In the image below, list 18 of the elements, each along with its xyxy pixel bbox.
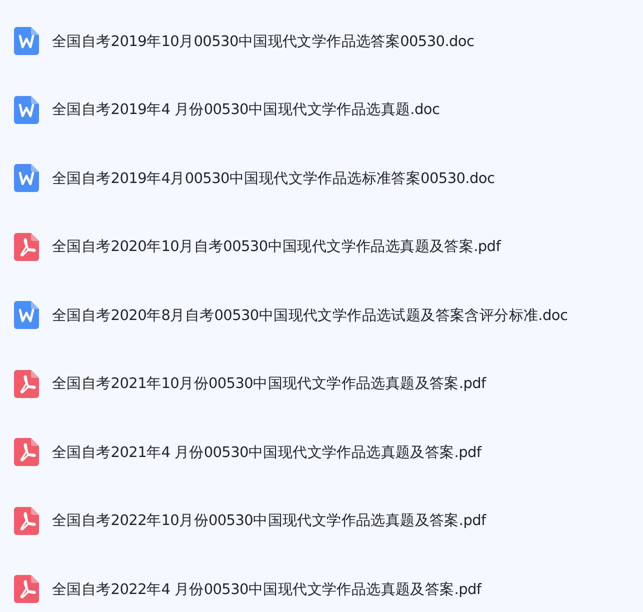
word-document-icon	[14, 164, 39, 192]
pdf-document-icon	[14, 438, 39, 466]
pdf-document-icon	[14, 575, 39, 604]
word-document-icon	[14, 27, 39, 56]
pdf-document-icon	[14, 232, 39, 261]
file-name[interactable]: 全国自考2021年4 月份00530中国现代文学作品选真题及答案.pdf	[52, 442, 482, 462]
file-name[interactable]: 全国自考2020年8月自考00530中国现代文学作品选试题及答案含评分标准.doc	[52, 306, 568, 325]
word-document-icon	[14, 96, 39, 124]
word-document-icon	[14, 301, 39, 330]
pdf-document-icon	[14, 506, 39, 535]
file-name[interactable]: 全国自考2019年10月00530中国现代文学作品选答案00530.doc	[52, 32, 474, 51]
file-name[interactable]: 全国自考2022年10月份00530中国现代文学作品选真题及答案.pdf	[52, 511, 486, 530]
file-name[interactable]: 全国自考2021年10月份00530中国现代文学作品选真题及答案.pdf	[52, 374, 486, 394]
file-name[interactable]: 全国自考2022年4 月份00530中国现代文学作品选真题及答案.pdf	[52, 580, 482, 599]
pdf-document-icon	[14, 370, 39, 398]
file-name[interactable]: 全国自考2019年4 月份00530中国现代文学作品选真题.doc	[52, 100, 440, 120]
file-name[interactable]: 全国自考2019年4月00530中国现代文学作品选标准答案00530.doc	[52, 168, 495, 188]
file-name[interactable]: 全国自考2020年10月自考00530中国现代文学作品选真题及答案.pdf	[52, 237, 501, 256]
